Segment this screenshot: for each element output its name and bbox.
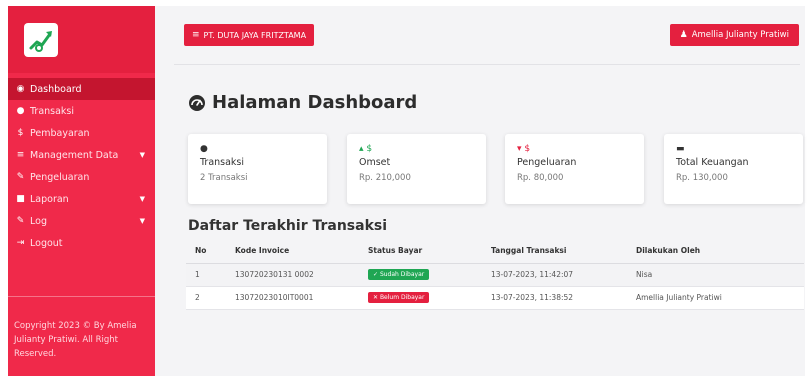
invoice-code: 13072023010IT0001 <box>226 286 359 310</box>
dashboard-gauge-icon <box>188 94 206 112</box>
stat-card-pengeluaran: ▾ $ Pengeluaran Rp. 80,000 <box>505 134 644 204</box>
stat-card-omset: ▴ $ Omset Rp. 210,000 <box>347 134 486 204</box>
column-header: Dilakukan Oleh <box>627 239 804 264</box>
status-cell: ✓ Sudah Dibayar <box>359 263 482 287</box>
status-text: Belum Dibayar <box>379 294 425 301</box>
sidebar-item-label: Log <box>30 215 47 227</box>
column-header: No <box>186 239 226 264</box>
stat-value: Rp. 130,000 <box>676 173 728 183</box>
user-icon: ♟ <box>679 30 688 40</box>
list-icon: ≡ <box>192 30 200 40</box>
stat-label: Transaksi <box>200 157 245 168</box>
page-title: Halaman Dashboard <box>188 92 417 113</box>
eye-icon: ● <box>16 106 25 116</box>
stat-label: Omset <box>359 157 391 168</box>
eye-icon: ● <box>200 144 208 154</box>
stat-card-total-keuangan: ▬ Total Keuangan Rp. 130,000 <box>664 134 803 204</box>
logout-icon: ⇥ <box>16 238 25 248</box>
user-menu-button[interactable]: ♟ Amellia Julianty Pratiwi <box>669 24 799 46</box>
column-header: Kode Invoice <box>226 239 359 264</box>
invoice-code: 130720230131 0002 <box>226 263 359 287</box>
sidebar-item-label: Transaksi <box>30 105 75 117</box>
sidebar-item-label: Management Data <box>30 149 119 161</box>
sidebar-item-label: Logout <box>30 237 63 249</box>
stat-label: Total Keuangan <box>676 157 749 168</box>
stat-value: Rp. 80,000 <box>517 173 564 183</box>
performed-by: Nisa <box>627 263 804 287</box>
sidebar-item-label: Pembayaran <box>30 127 90 139</box>
logo-area <box>8 6 155 73</box>
status-cell: ✕ Belum Dibayar <box>359 286 482 310</box>
chart-trend-icon[interactable] <box>24 22 58 57</box>
sidebar-item-log[interactable]: ✎ Log ▼ <box>8 210 155 232</box>
sidebar-item-management-data[interactable]: ≡ Management Data ▼ <box>8 144 155 166</box>
list-icon: ≡ <box>16 150 25 160</box>
transaction-date: 13-07-2023, 11:38:52 <box>482 286 627 310</box>
company-name: PT. DUTA JAYA FRITZTAMA <box>203 30 307 40</box>
stat-card-transaksi: ● Transaksi 2 Transaksi <box>188 134 327 204</box>
status-badge: ✕ Belum Dibayar <box>368 292 430 303</box>
sidebar-item-dashboard[interactable]: ◉ Dashboard <box>8 78 155 100</box>
table-row: 1 130720230131 0002 ✓ Sudah Dibayar 13-0… <box>186 263 804 287</box>
sidebar: ◉ Dashboard ● Transaksi $ Pembayaran ≡ M… <box>8 6 155 376</box>
page-title-text: Halaman Dashboard <box>212 92 418 113</box>
sidebar-item-pengeluaran[interactable]: ✎ Pengeluaran <box>8 166 155 188</box>
column-header: Status Bayar <box>359 239 482 264</box>
user-name: Amellia Julianty Pratiwi <box>691 30 789 40</box>
dashboard-gauge-icon: ◉ <box>16 84 25 94</box>
sidebar-item-laporan[interactable]: ■ Laporan ▼ <box>8 188 155 210</box>
sidebar-item-transaksi[interactable]: ● Transaksi <box>8 100 155 122</box>
chevron-down-icon: ▼ <box>139 217 145 225</box>
transaction-date: 13-07-2023, 11:42:07 <box>482 263 627 287</box>
performed-by: Amellia Julianty Pratiwi <box>627 286 804 310</box>
table-row: 2 13072023010IT0001 ✕ Belum Dibayar 13-0… <box>186 286 804 310</box>
side-nav: ◉ Dashboard ● Transaksi $ Pembayaran ≡ M… <box>8 78 155 254</box>
sidebar-item-label: Laporan <box>30 193 69 205</box>
sidebar-divider <box>8 296 155 297</box>
stat-value: 2 Transaksi <box>200 173 248 183</box>
wallet-icon: ▬ <box>676 144 685 154</box>
chevron-down-icon: ▼ <box>139 195 145 203</box>
transactions-table: No Kode Invoice Status Bayar Tanggal Tra… <box>186 239 804 310</box>
status-badge: ✓ Sudah Dibayar <box>368 269 430 280</box>
row-number: 2 <box>186 286 226 310</box>
dollar-icon: $ <box>17 128 24 138</box>
table-header-row: No Kode Invoice Status Bayar Tanggal Tra… <box>186 239 804 264</box>
section-title: Daftar Terakhir Transaksi <box>188 218 388 234</box>
arrow-down-dollar-icon: ▾ $ <box>517 144 531 154</box>
status-text: Sudah Dibayar <box>379 271 425 278</box>
copyright-text: Copyright 2023 © By Amelia Julianty Prat… <box>14 321 137 359</box>
company-button[interactable]: ≡ PT. DUTA JAYA FRITZTAMA <box>184 24 315 46</box>
edit-icon: ✎ <box>16 216 25 226</box>
row-number: 1 <box>186 263 226 287</box>
stat-value: Rp. 210,000 <box>359 173 411 183</box>
edit-icon: ✎ <box>16 172 25 182</box>
sidebar-item-label: Pengeluaran <box>30 171 90 183</box>
stat-label: Pengeluaran <box>517 157 577 168</box>
sidebar-item-pembayaran[interactable]: $ Pembayaran <box>8 122 155 144</box>
close-icon: ✕ <box>373 294 380 301</box>
chevron-down-icon: ▼ <box>139 151 145 159</box>
arrow-up-dollar-icon: ▴ $ <box>359 144 373 154</box>
column-header: Tanggal Transaksi <box>482 239 627 264</box>
sidebar-item-label: Dashboard <box>30 83 82 95</box>
app-frame: ◉ Dashboard ● Transaksi $ Pembayaran ≡ M… <box>8 6 805 376</box>
file-icon: ■ <box>16 194 25 204</box>
check-icon: ✓ <box>373 271 380 278</box>
sidebar-item-logout[interactable]: ⇥ Logout <box>8 232 155 254</box>
header-divider <box>174 64 800 65</box>
